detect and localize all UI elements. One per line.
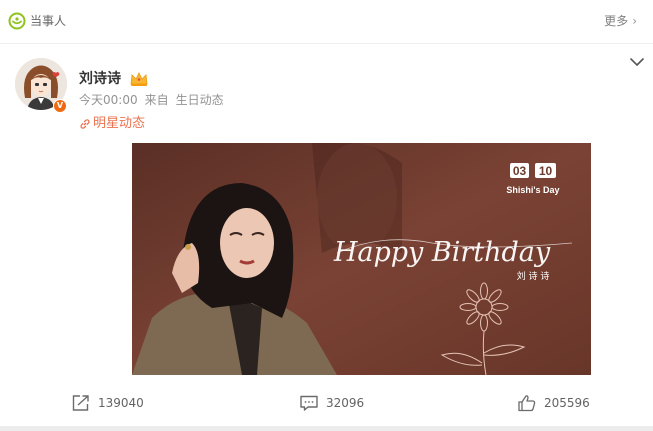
verified-badge-icon: V bbox=[53, 99, 67, 113]
topic-bubble-icon bbox=[8, 12, 26, 30]
post-time[interactable]: 今天00:00 bbox=[79, 93, 138, 108]
crown-icon bbox=[130, 72, 148, 86]
like-button[interactable]: 205596 bbox=[517, 394, 590, 412]
post-image[interactable]: 03 10 Shishi's Day Happy Birthday 刘 诗 诗 bbox=[132, 143, 591, 375]
post-header: 当事人 更多 › bbox=[0, 0, 653, 44]
comment-icon bbox=[300, 395, 318, 411]
post-meta: 今天00:00 来自 生日动态 bbox=[79, 93, 224, 108]
weibo-post-card: 当事人 更多 › V 刘诗诗 今天00:00 来自 生日动态 明星动态 03 1… bbox=[0, 0, 653, 426]
chevron-down-icon[interactable] bbox=[629, 55, 645, 69]
action-bar: 139040 32096 205596 bbox=[0, 390, 653, 420]
author-name[interactable]: 刘诗诗 bbox=[79, 70, 121, 88]
share-count: 139040 bbox=[98, 396, 144, 410]
source-prefix: 来自 bbox=[144, 93, 169, 107]
share-icon bbox=[72, 395, 89, 411]
date-caption: Shishi's Day bbox=[506, 185, 559, 195]
birthday-script: Happy Birthday bbox=[333, 237, 551, 268]
topic-link[interactable]: 明星动态 bbox=[79, 116, 145, 132]
name-caption: 刘 诗 诗 bbox=[517, 270, 550, 282]
share-button[interactable]: 139040 bbox=[71, 394, 144, 412]
more-label: 更多 bbox=[604, 14, 629, 28]
like-count: 205596 bbox=[544, 396, 590, 410]
author-row: 刘诗诗 bbox=[79, 70, 149, 88]
more-link[interactable]: 更多 › bbox=[604, 13, 637, 29]
link-icon bbox=[80, 119, 90, 129]
topic-label: 明星动态 bbox=[93, 116, 146, 131]
post-source[interactable]: 生日动态 bbox=[176, 93, 224, 108]
date-month: 03 bbox=[513, 164, 527, 178]
chevron-right-icon: › bbox=[632, 14, 637, 28]
comment-count: 32096 bbox=[326, 396, 365, 410]
thumbs-up-icon bbox=[518, 395, 536, 412]
tag-label: 当事人 bbox=[30, 14, 67, 28]
comment-button[interactable]: 32096 bbox=[299, 394, 364, 412]
date-day: 10 bbox=[539, 164, 553, 178]
